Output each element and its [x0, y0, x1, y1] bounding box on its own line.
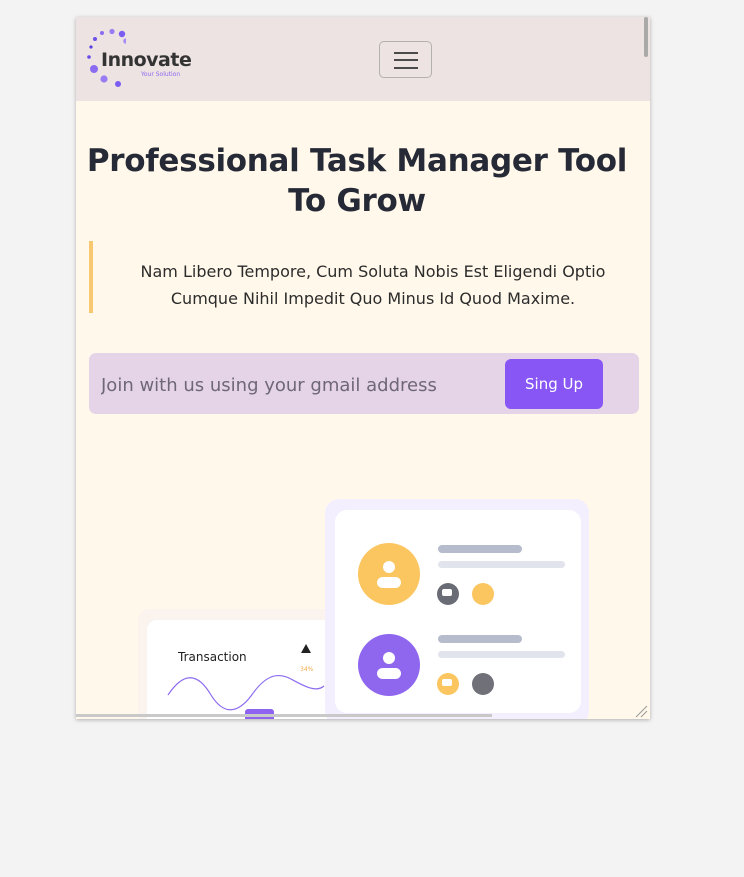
navbar-toggle-button[interactable] — [379, 41, 432, 78]
chat-bubble-icon — [437, 673, 459, 695]
avatar — [358, 634, 420, 696]
horizontal-scrollbar-thumb[interactable] — [76, 714, 492, 717]
vertical-scrollbar-thumb[interactable] — [644, 17, 648, 57]
hero-illustration: Transaction 34% — [138, 499, 589, 719]
transaction-label: Transaction — [177, 650, 247, 664]
transaction-change: 34% — [300, 666, 314, 673]
navbar: Innovate Your Solution — [76, 17, 650, 101]
brand-logo[interactable]: Innovate Your Solution — [86, 29, 196, 91]
brand-name: Innovate — [101, 49, 192, 71]
resize-handle-icon[interactable] — [634, 704, 648, 718]
avatar — [358, 543, 420, 605]
chat-bubble-icon — [437, 583, 459, 605]
status-dot — [472, 583, 494, 605]
brand-tagline: Your Solution — [141, 71, 181, 78]
user-list-card — [325, 499, 589, 719]
status-dot — [472, 673, 494, 695]
hero-section: Professional Task Manager Tool To Grow N… — [76, 101, 650, 719]
browser-viewport: Innovate Your Solution Professional Task… — [76, 17, 650, 719]
